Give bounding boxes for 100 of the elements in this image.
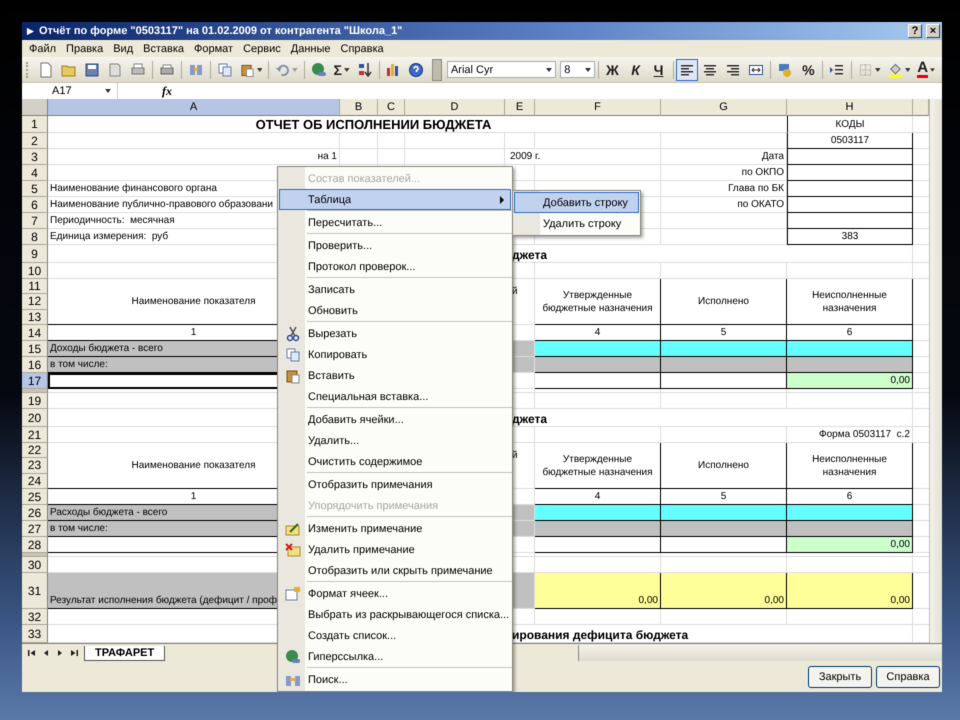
row-header[interactable]: 28 (22, 537, 48, 553)
row-header[interactable]: 30 (22, 557, 48, 573)
sheet-nav-icon[interactable] (28, 649, 36, 657)
row-header[interactable]: 16 (22, 357, 48, 373)
menu-item[interactable]: Удалить примечание (279, 539, 511, 560)
row-header[interactable]: 4 (22, 165, 48, 181)
menu-item[interactable]: Файл (24, 42, 62, 54)
row-header[interactable]: 11 (22, 279, 48, 294)
column-header[interactable]: G (661, 99, 787, 116)
row-header[interactable]: 6 (22, 197, 48, 213)
row-header[interactable]: 17 (22, 373, 48, 389)
table-cell: Утвержденные бюджетные назначения (535, 279, 661, 325)
percent-button[interactable]: % (797, 58, 820, 80)
row-header[interactable]: 14 (22, 325, 48, 341)
column-header[interactable]: D (405, 99, 505, 116)
borders-icon (858, 62, 874, 78)
font-color-button[interactable]: A (914, 58, 938, 80)
text-style-button[interactable]: Ч (648, 58, 670, 80)
row-header[interactable]: 1 (22, 116, 48, 133)
menu-item[interactable]: Вставка (138, 42, 190, 54)
menu-item[interactable]: Гиперссылка... (279, 646, 511, 667)
menu-item[interactable]: Правка (61, 42, 108, 54)
toolbar-grip[interactable] (26, 62, 31, 78)
column-header[interactable]: A (48, 99, 340, 116)
row-header[interactable]: 7 (22, 213, 48, 229)
app-icon (26, 26, 35, 36)
row-header[interactable]: 24 (22, 474, 48, 489)
menu-item[interactable]: Удалить строку (514, 213, 639, 234)
table-cell: 0,00 (535, 573, 661, 609)
table-cell (340, 133, 378, 149)
caret-icon (292, 68, 298, 72)
note-pencil-icon (285, 520, 301, 536)
column-header (913, 99, 930, 116)
row-header[interactable]: 32 (22, 609, 48, 625)
table-cell: Форма 0503117 с.2 (787, 427, 913, 443)
row-header[interactable]: 2 (22, 133, 48, 149)
row-header[interactable]: 8 (22, 229, 48, 245)
clipboard-icon (285, 368, 301, 384)
font-dropdown[interactable]: Arial Cyr (446, 61, 556, 78)
table-cell: Глава по БК (661, 181, 787, 197)
function-button[interactable]: fx (162, 84, 172, 98)
window-title: Отчёт по форме "0503117" на 01.02.2009 от контрагента "Школа_1" (39, 25, 404, 37)
globe-icon (310, 62, 327, 78)
menu-item[interactable]: Вид (108, 42, 138, 54)
row-header[interactable]: 9 (22, 245, 48, 263)
row-header[interactable]: 25 (22, 489, 48, 505)
select-all-corner[interactable] (22, 99, 48, 116)
horizontal-scrollbar[interactable] (578, 645, 942, 661)
copy-icon (285, 346, 301, 362)
column-header[interactable]: B (340, 99, 378, 116)
dialog-button[interactable]: Справка (876, 666, 940, 688)
row-header[interactable]: 33 (22, 625, 48, 643)
menu-item[interactable]: Формат (189, 42, 238, 54)
page-icon (38, 62, 54, 78)
row-header[interactable]: 23 (22, 458, 48, 474)
row-header[interactable] (22, 553, 48, 557)
sum-button[interactable]: Σ (330, 58, 353, 80)
column-header[interactable]: C (378, 99, 405, 116)
row-header[interactable]: 31 (22, 573, 48, 609)
row-header[interactable]: 21 (22, 427, 48, 443)
help-button[interactable]: ? (908, 24, 922, 38)
coins-icon (777, 62, 794, 78)
dialog-button[interactable]: Закрыть (808, 666, 872, 688)
row-header[interactable]: 10 (22, 263, 48, 279)
toolbar-grip[interactable] (432, 58, 442, 80)
column-header[interactable]: E (505, 99, 535, 116)
row-header[interactable]: 19 (22, 393, 48, 409)
copy-icon (216, 62, 233, 78)
menu-item[interactable]: Таблица (279, 189, 511, 210)
row-header[interactable]: 12 (22, 294, 48, 310)
menu-item[interactable]: Добавить строку (514, 192, 639, 213)
row-header[interactable]: 26 (22, 505, 48, 521)
menu-item[interactable]: Данные (286, 42, 336, 54)
row-header[interactable]: 3 (22, 149, 48, 165)
format-cells-icon (285, 586, 301, 602)
row-header[interactable]: 15 (22, 341, 48, 357)
vertical-scrollbar[interactable] (929, 99, 942, 643)
menu-item[interactable]: Сервис (238, 42, 286, 54)
row-header[interactable]: 20 (22, 409, 48, 427)
row-header[interactable]: 27 (22, 521, 48, 537)
table-cell (378, 133, 405, 149)
row-header[interactable]: 5 (22, 181, 48, 197)
menu-item[interactable]: Справка (336, 42, 389, 54)
column-header[interactable]: H (787, 99, 913, 116)
row-header[interactable]: 13 (22, 310, 48, 325)
menu-item[interactable]: Поиск... (279, 669, 511, 690)
caret-icon (256, 68, 262, 72)
table-cell: по ОКАТО (661, 197, 787, 213)
text-style-button[interactable]: Ж (602, 58, 624, 80)
align-button[interactable] (676, 58, 698, 80)
row-header[interactable] (22, 389, 48, 393)
sheet-tab[interactable]: ТРАФАРЕТ (84, 646, 166, 660)
column-header[interactable]: F (535, 99, 661, 116)
row-header[interactable]: 22 (22, 443, 48, 458)
font-size-dropdown[interactable]: 8 (560, 61, 595, 78)
text-style-button[interactable]: К (624, 58, 646, 80)
close-button[interactable]: × (926, 24, 940, 38)
sheet-nav-icon[interactable] (70, 649, 78, 657)
caret-icon (904, 68, 910, 72)
menu-item[interactable]: Специальная вставка... (279, 386, 511, 407)
